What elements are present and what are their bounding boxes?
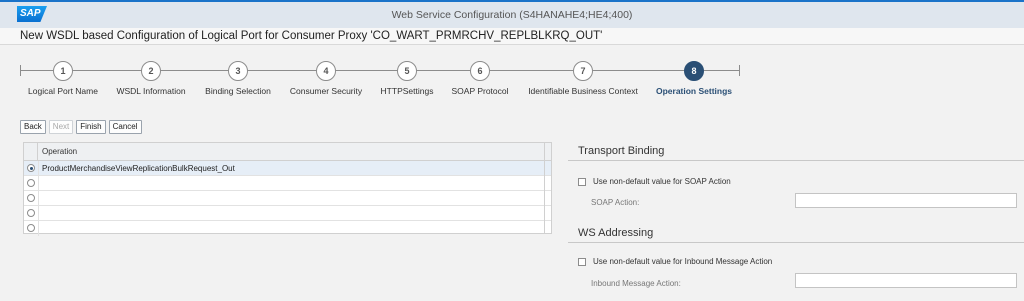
wizard-step-label-2: WSDL Information — [116, 86, 186, 96]
wizard-step-8[interactable]: 8 — [684, 61, 704, 81]
wizard-step-label-6: SOAP Protocol — [451, 86, 509, 96]
section-divider — [568, 160, 1024, 161]
wizard-step-6[interactable]: 6 — [470, 61, 490, 81]
wizard-step-5[interactable]: 5 — [397, 61, 417, 81]
wizard-step-label-3: Binding Selection — [205, 86, 271, 96]
row-selector-divider — [38, 221, 39, 236]
roadmap-end-tick — [739, 65, 740, 76]
wizard-step-7[interactable]: 7 — [573, 61, 593, 81]
soap-action-field[interactable] — [795, 193, 1017, 208]
finish-button[interactable]: Finish — [76, 120, 106, 134]
ws-addressing-title: WS Addressing — [578, 227, 654, 239]
select-all-cell[interactable] — [24, 143, 38, 161]
wizard-step-label-8: Operation Settings — [655, 86, 733, 96]
wizard-step-label-5: HTTPSettings — [380, 86, 434, 96]
row-radio[interactable] — [27, 164, 35, 172]
table-row[interactable]: ProductMerchandiseViewReplicationBulkReq… — [24, 161, 551, 176]
table-row[interactable] — [24, 221, 551, 236]
roadmap-line — [20, 70, 740, 71]
wizard-step-2[interactable]: 2 — [141, 61, 161, 81]
inbound-action-field[interactable] — [795, 273, 1017, 288]
wizard-roadmap: 1 Logical Port Name 2 WSDL Information 3… — [0, 56, 1024, 104]
window-title: Web Service Configuration (S4HANAHE4;HE4… — [391, 9, 633, 21]
row-radio[interactable] — [27, 179, 35, 187]
next-button[interactable]: Next — [48, 120, 74, 134]
wizard-step-label-7: Identifiable Business Context — [528, 86, 638, 96]
table-header: Operation — [24, 143, 551, 161]
page-header: New WSDL based Configuration of Logical … — [0, 28, 1024, 45]
soap-action-checkbox[interactable] — [578, 178, 586, 186]
inbound-action-label: Inbound Message Action: — [591, 279, 681, 288]
wizard-step-1[interactable]: 1 — [53, 61, 73, 81]
back-button[interactable]: Back — [20, 120, 46, 134]
window-title-bar: SAP Web Service Configuration (S4HANAHE4… — [0, 0, 1024, 28]
table-row[interactable] — [24, 206, 551, 221]
wizard-step-label-1: Logical Port Name — [28, 86, 98, 96]
row-selector-divider — [38, 176, 39, 191]
inbound-action-checkbox-label: Use non-default value for Inbound Messag… — [593, 257, 773, 266]
column-header-operation: Operation — [42, 147, 78, 156]
table-row[interactable] — [24, 176, 551, 191]
section-divider — [568, 242, 1024, 243]
table-column-divider — [544, 143, 545, 233]
wizard-toolbar: Back Next Finish Cancel — [20, 120, 145, 134]
soap-action-checkbox-label: Use non-default value for SOAP Action — [593, 177, 731, 186]
inbound-action-checkbox[interactable] — [578, 258, 586, 266]
row-radio[interactable] — [27, 209, 35, 217]
table-row[interactable] — [24, 191, 551, 206]
page-title: New WSDL based Configuration of Logical … — [20, 30, 603, 42]
row-radio[interactable] — [27, 224, 35, 232]
row-radio[interactable] — [27, 194, 35, 202]
soap-action-label: SOAP Action: — [591, 198, 640, 207]
operation-cell: ProductMerchandiseViewReplicationBulkReq… — [42, 164, 235, 173]
wizard-step-4[interactable]: 4 — [316, 61, 336, 81]
wizard-step-3[interactable]: 3 — [228, 61, 248, 81]
row-selector-divider — [38, 191, 39, 206]
row-selector-divider — [38, 206, 39, 221]
operations-table: Operation ProductMerchandiseViewReplicat… — [23, 142, 552, 236]
wizard-step-label-4: Consumer Security — [289, 86, 363, 96]
row-selector-divider — [38, 161, 39, 176]
cancel-button[interactable]: Cancel — [108, 120, 142, 134]
transport-binding-title: Transport Binding — [578, 145, 665, 157]
